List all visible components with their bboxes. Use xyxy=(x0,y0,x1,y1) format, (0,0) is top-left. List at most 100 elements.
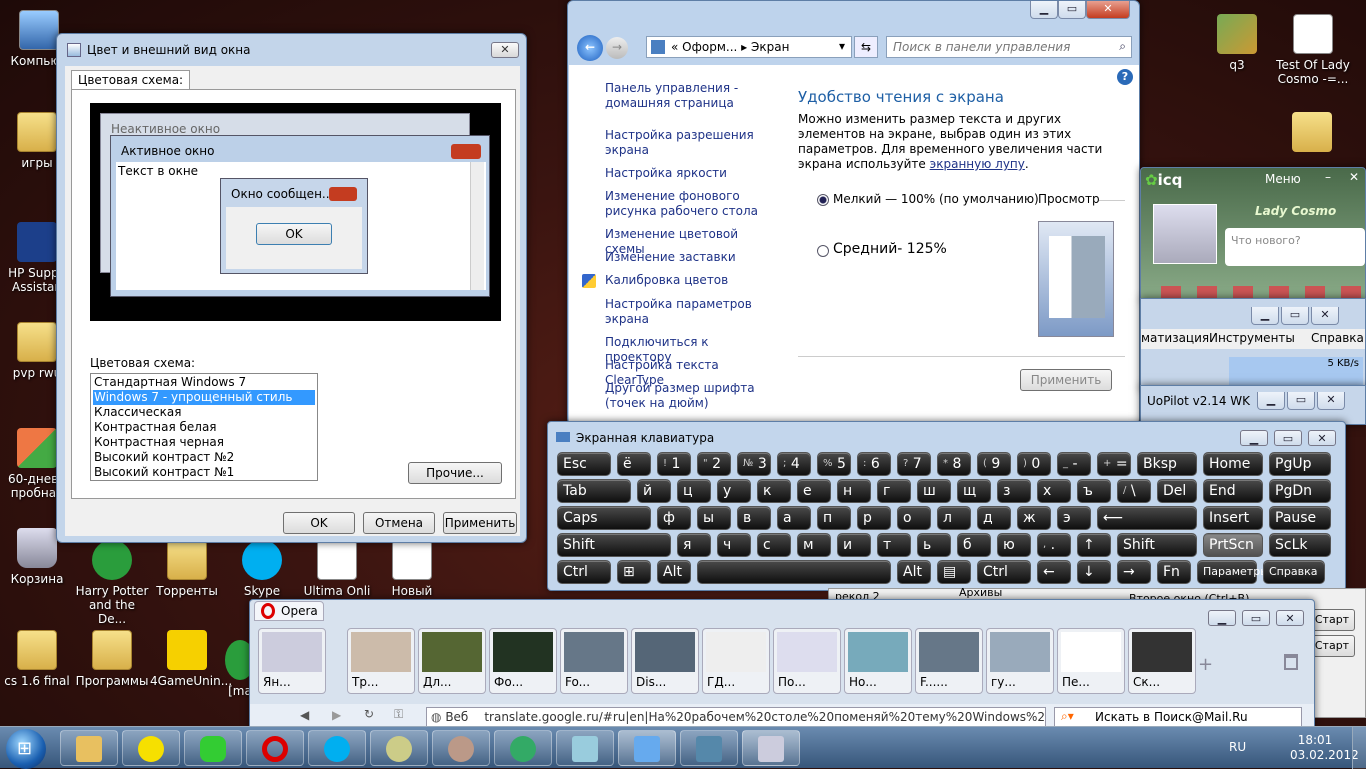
back-button[interactable]: ← xyxy=(577,35,603,61)
key[interactable]: ScLk xyxy=(1269,533,1331,557)
language-indicator[interactable]: RU xyxy=(1229,740,1246,754)
key[interactable]: з xyxy=(997,479,1031,503)
key[interactable]: Bksp xyxy=(1137,452,1197,476)
key[interactable]: л xyxy=(937,506,971,530)
desktop-icon-ultima[interactable]: Ultima Onli xyxy=(300,540,374,598)
minimize-button[interactable]: ▁ xyxy=(1030,1,1058,19)
key[interactable]: * 8 xyxy=(937,452,971,476)
key[interactable]: Esc xyxy=(557,452,611,476)
taskbar-ultima[interactable] xyxy=(370,730,428,766)
start-button-1[interactable]: Старт xyxy=(1309,609,1355,631)
speed-dial-thumbnail[interactable]: По... xyxy=(773,628,841,694)
key[interactable]: у xyxy=(717,479,751,503)
scheme-list-item[interactable]: Windows 7 - упрощенный стиль xyxy=(93,390,315,405)
key[interactable]: й xyxy=(637,479,671,503)
taskbar-control-panel[interactable] xyxy=(618,730,676,766)
key[interactable]: г xyxy=(877,479,911,503)
key[interactable]: Ctrl xyxy=(557,560,611,584)
key[interactable]: е xyxy=(797,479,831,503)
sidebar-link[interactable]: Настройка яркости xyxy=(605,166,770,181)
apply-button[interactable]: Применить xyxy=(1020,369,1112,391)
key[interactable]: п xyxy=(817,506,851,530)
speed-dial-thumbnail[interactable]: Пе... xyxy=(1057,628,1125,694)
key[interactable]: т xyxy=(877,533,911,557)
refresh-button[interactable]: ⇆ xyxy=(854,36,878,58)
address-bar[interactable]: « Оформ... ▸ Экран ▾ xyxy=(646,36,852,58)
key[interactable]: Shift xyxy=(1117,533,1197,557)
key[interactable]: № 3 xyxy=(737,452,771,476)
speed-dial-thumbnail[interactable]: ГД... xyxy=(702,628,770,694)
desktop-icon-skype[interactable]: Skype xyxy=(225,540,299,598)
forward-button[interactable]: → xyxy=(606,37,628,59)
search-icon[interactable]: ⌕ xyxy=(1119,39,1126,54)
taskbar-app-3[interactable] xyxy=(556,730,614,766)
key[interactable]: Справка xyxy=(1263,560,1325,584)
key[interactable]: ц xyxy=(677,479,711,503)
desktop-icon-programs[interactable]: Программы xyxy=(75,630,149,688)
key[interactable]: Caps xyxy=(557,506,651,530)
key[interactable]: Параметры xyxy=(1197,560,1269,584)
key[interactable]: м xyxy=(797,533,831,557)
sidebar-link[interactable]: Изменение заставки xyxy=(605,250,770,265)
show-desktop-button[interactable] xyxy=(1352,727,1366,769)
key[interactable]: PgUp xyxy=(1269,452,1331,476)
chevron-down-icon[interactable]: ▾ xyxy=(839,39,845,53)
status-input[interactable]: Что нового? xyxy=(1225,228,1365,266)
key[interactable]: к xyxy=(757,479,791,503)
key[interactable]: ) 0 xyxy=(1017,452,1051,476)
reload-icon[interactable]: ↻ xyxy=(364,707,374,721)
taskbar-explorer[interactable] xyxy=(60,730,118,766)
key[interactable]: ф xyxy=(657,506,691,530)
close-button[interactable]: ✕ xyxy=(491,42,519,58)
key[interactable]: в xyxy=(737,506,771,530)
key[interactable]: б xyxy=(957,533,991,557)
scheme-list-item[interactable]: Высокий контраст №1 xyxy=(93,465,315,480)
sidebar-link[interactable]: Калибровка цветов xyxy=(605,273,770,288)
taskbar-skype[interactable] xyxy=(308,730,366,766)
scheme-list-item[interactable]: Стандартная Windows 7 xyxy=(93,375,315,390)
minimize-button[interactable]: ▁ xyxy=(1251,307,1279,325)
sidebar-link[interactable]: Изменение фонового рисунка рабочего стол… xyxy=(605,189,770,219)
desktop-icon-4game[interactable]: 4GameUnin... xyxy=(150,630,232,688)
key[interactable]: + = xyxy=(1097,452,1131,476)
key[interactable]: ш xyxy=(917,479,951,503)
key[interactable]: % 5 xyxy=(817,452,851,476)
scheme-list[interactable]: Стандартная Windows 7 Windows 7 - упрощен… xyxy=(90,373,318,481)
taskbar-app-1[interactable] xyxy=(432,730,490,766)
key[interactable]: ; 4 xyxy=(777,452,811,476)
key[interactable]: Alt xyxy=(657,560,691,584)
key[interactable]: : 6 xyxy=(857,452,891,476)
key[interactable]: Home xyxy=(1203,452,1263,476)
start-button[interactable]: ⊞ xyxy=(6,729,46,769)
key[interactable]: PrtScn xyxy=(1203,533,1263,557)
speed-dial-thumbnail[interactable]: гу... xyxy=(986,628,1054,694)
close-button[interactable]: ✕ xyxy=(1311,307,1339,325)
key[interactable]: , . xyxy=(1037,533,1071,557)
scheme-list-item[interactable]: Контрастная белая xyxy=(93,420,315,435)
cancel-button[interactable]: Отмена xyxy=(363,512,435,534)
key[interactable]: ч xyxy=(717,533,751,557)
key[interactable]: Alt xyxy=(897,560,931,584)
sidebar-link[interactable]: Панель управления - домашняя страница xyxy=(605,81,770,111)
desktop-icon-cs16[interactable]: cs 1.6 final xyxy=(0,630,74,688)
search-input[interactable]: Поиск в панели управления ⌕ xyxy=(886,36,1132,58)
close-button[interactable]: ✕ xyxy=(1349,170,1359,184)
close-button[interactable]: ✕ xyxy=(1086,1,1130,19)
desktop-icon-new[interactable]: Новый xyxy=(375,540,449,598)
speed-dial-thumbnail[interactable]: F...... xyxy=(915,628,983,694)
scheme-list-item[interactable]: Высокий контраст №2 xyxy=(93,450,315,465)
key[interactable]: ! 1 xyxy=(657,452,691,476)
key[interactable]: Del xyxy=(1157,479,1197,503)
key[interactable]: ↑ xyxy=(1077,533,1111,557)
key[interactable]: Shift xyxy=(557,533,671,557)
maximize-button[interactable]: ▭ xyxy=(1281,307,1309,325)
magnifier-link[interactable]: экранную лупу xyxy=(930,157,1025,171)
key[interactable]: End xyxy=(1203,479,1263,503)
key[interactable]: _ - xyxy=(1057,452,1091,476)
speed-dial-thumbnail[interactable]: Ск... xyxy=(1128,628,1196,694)
key[interactable]: → xyxy=(1117,560,1151,584)
apply-button[interactable]: Применить xyxy=(443,512,517,534)
key[interactable]: Insert xyxy=(1203,506,1263,530)
radio-medium[interactable] xyxy=(817,245,829,257)
key-icon[interactable]: ⚿ xyxy=(394,707,403,722)
